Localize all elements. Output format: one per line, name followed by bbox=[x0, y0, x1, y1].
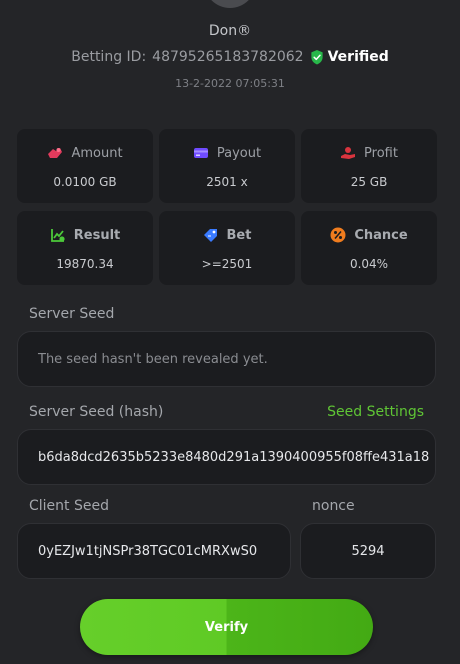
amount-label: Amount bbox=[71, 145, 123, 161]
verified-shield-icon bbox=[310, 49, 323, 65]
client-seed-label: Client Seed bbox=[29, 498, 109, 514]
client-seed-field[interactable]: 0yEZJw1tjNSPr38TGC01cMRXwS0 bbox=[17, 523, 291, 579]
profit-label: Profit bbox=[364, 145, 398, 161]
result-label: Result bbox=[73, 227, 121, 243]
bet-details-panel: Don® Betting ID: 48795265183782062 Verif… bbox=[0, 0, 460, 664]
seed-settings-link[interactable]: Seed Settings bbox=[327, 404, 424, 420]
bet-value: >=2501 bbox=[201, 257, 253, 271]
stat-card-bet: Bet >=2501 bbox=[159, 211, 295, 285]
result-chart-icon bbox=[50, 229, 65, 242]
verify-button[interactable]: Verify bbox=[80, 599, 373, 655]
bet-tag-icon bbox=[203, 229, 217, 242]
verified-badge: Verified bbox=[310, 49, 389, 65]
stat-card-profit: Profit 25 GB bbox=[301, 129, 437, 203]
betting-id-value: 48795265183782062 bbox=[152, 49, 304, 65]
betting-id-label: Betting ID: bbox=[71, 49, 147, 65]
amount-icon bbox=[48, 148, 63, 158]
profit-value: 25 GB bbox=[350, 175, 388, 189]
chance-percent-icon bbox=[330, 227, 346, 243]
username: Don® bbox=[208, 23, 252, 39]
amount-value: 0.0100 GB bbox=[53, 175, 117, 189]
server-seed-hash-label: Server Seed (hash) bbox=[29, 404, 164, 420]
stat-card-amount: Amount 0.0100 GB bbox=[17, 129, 153, 203]
payout-value: 2501 x bbox=[206, 175, 248, 189]
bet-datetime: 13-2-2022 07:05:31 bbox=[175, 77, 285, 90]
stat-card-chance: Chance 0.04% bbox=[301, 211, 437, 285]
nonce-label: nonce bbox=[312, 498, 355, 514]
server-seed-label: Server Seed bbox=[29, 306, 115, 322]
payout-card-icon bbox=[193, 148, 208, 158]
result-value: 19870.34 bbox=[56, 257, 114, 271]
stat-card-result: Result 19870.34 bbox=[17, 211, 153, 285]
payout-label: Payout bbox=[216, 145, 262, 161]
betting-id-row: Betting ID: 48795265183782062 Verified bbox=[0, 49, 460, 65]
profit-hand-icon bbox=[341, 147, 356, 159]
chance-label: Chance bbox=[354, 227, 408, 243]
chance-value: 0.04% bbox=[349, 257, 389, 271]
bet-label: Bet bbox=[226, 227, 252, 243]
stat-card-payout: Payout 2501 x bbox=[159, 129, 295, 203]
server-seed-hash-field[interactable]: b6da8dcd2635b5233e8480d291a1390400955f08… bbox=[17, 429, 436, 485]
verified-label: Verified bbox=[327, 49, 389, 65]
avatar bbox=[204, 0, 256, 8]
nonce-field[interactable]: 5294 bbox=[300, 523, 436, 579]
server-seed-field: The seed hasn't been revealed yet. bbox=[17, 331, 436, 387]
